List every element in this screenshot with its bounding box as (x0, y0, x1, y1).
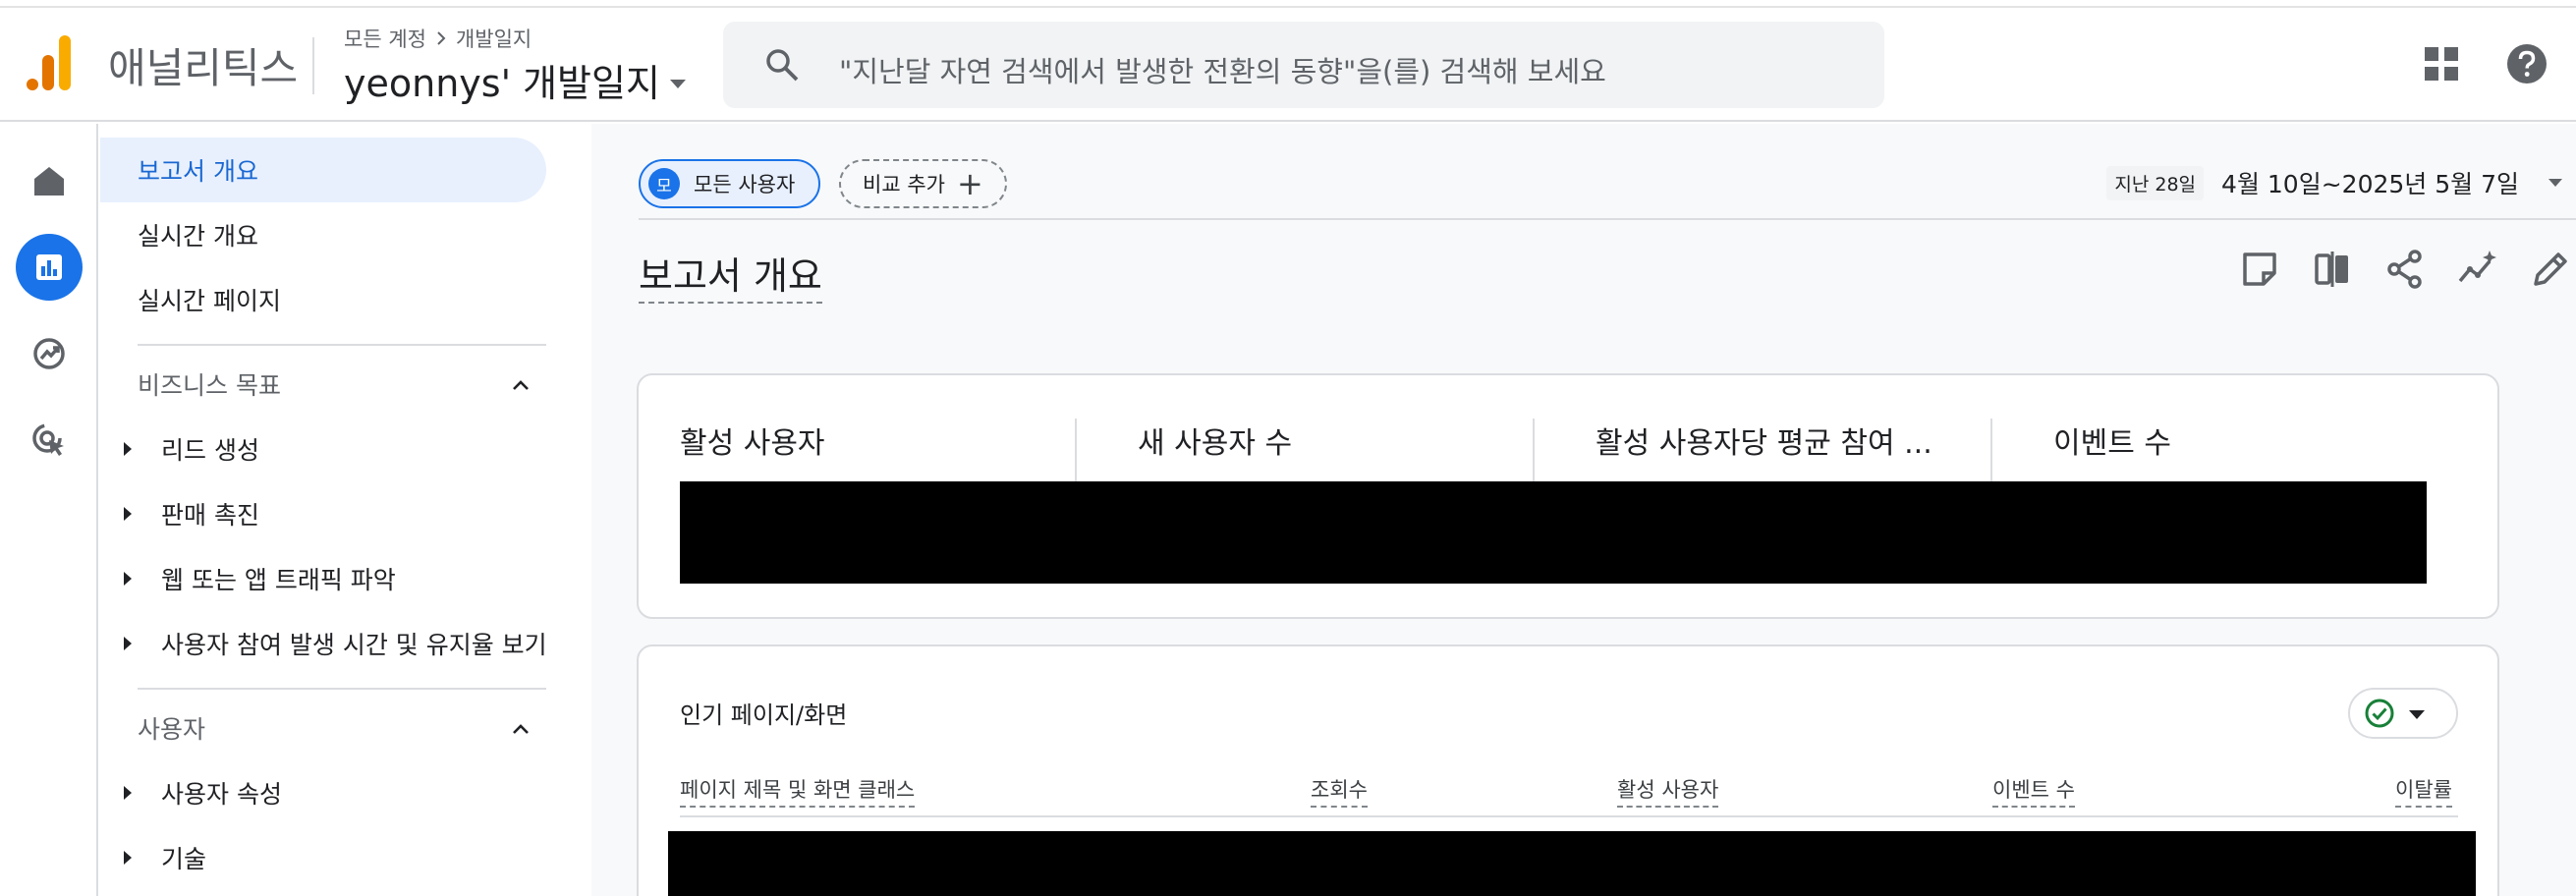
chevron-right-icon (437, 31, 446, 45)
top-pages-card: 인기 페이지/화면 페이지 제목 및 화면 클래스 조회수 활성 사용자 이벤트… (637, 644, 2499, 896)
check-circle-icon (2365, 699, 2394, 728)
breadcrumb[interactable]: 모든 계정 개발일지 (344, 24, 532, 53)
property-name: yeonnys' 개발일지 (344, 62, 660, 105)
rail-advertising[interactable] (16, 407, 83, 474)
section-title: 비즈니스 목표 (138, 371, 281, 400)
caret-down-icon (2409, 709, 2425, 719)
edit-icon[interactable] (2529, 248, 2572, 291)
nav-rail (0, 124, 98, 896)
metric-divider (1990, 419, 1992, 481)
header-separator (639, 218, 2576, 220)
metric-divider (1533, 419, 1535, 481)
share-icon[interactable] (2383, 248, 2427, 291)
app-header: 애널리틱스 모든 계정 개발일지 yeonnys' 개발일지 "지난달 자연 검… (0, 10, 2576, 122)
section-title: 사용자 (138, 715, 206, 744)
date-preset-badge: 지난 28일 (2106, 165, 2205, 200)
metric-event-count[interactable]: 이벤트 수 (2053, 419, 2171, 462)
report-main: 모 모든 사용자 비교 추가 + 지난 28일 4월 10일~2025년 5월 … (591, 124, 2576, 896)
breadcrumb-account[interactable]: 모든 계정 (344, 24, 426, 53)
nav-engagement-retention[interactable]: 사용자 참여 발생 시간 및 유지율 보기 (100, 611, 547, 676)
property-selector[interactable]: yeonnys' 개발일지 (344, 53, 686, 107)
column-event-count[interactable]: 이벤트 수 (1992, 774, 2075, 808)
advertising-icon (32, 423, 64, 456)
add-comparison-chip[interactable]: 비교 추가 + (839, 159, 1007, 208)
chevron-up-icon[interactable] (509, 717, 532, 741)
metric-avg-engagement[interactable]: 활성 사용자당 평균 참여 ... (1596, 419, 1932, 462)
column-page-title[interactable]: 페이지 제목 및 화면 클래스 (680, 774, 916, 808)
column-bounce-rate[interactable]: 이탈률 (2395, 774, 2452, 808)
sidebar-divider (138, 344, 546, 346)
rail-home[interactable] (16, 147, 83, 214)
expand-arrow-icon (124, 507, 132, 521)
card-title: 인기 페이지/화면 (680, 701, 848, 729)
explore-icon (33, 338, 65, 369)
search-bar[interactable]: "지난달 자연 검색에서 발생한 전환의 동향"을(를) 검색해 보세요 (723, 22, 1884, 108)
nav-label: 기술 (161, 845, 207, 873)
top-border (0, 0, 2576, 8)
insights-icon[interactable] (2456, 248, 2499, 291)
redacted-chart (680, 481, 2427, 584)
caret-down-icon (669, 80, 686, 88)
help-icon[interactable] (2505, 42, 2548, 85)
metric-active-users[interactable]: 활성 사용자 (680, 419, 825, 462)
breadcrumb-property[interactable]: 개발일지 (456, 24, 532, 53)
expand-arrow-icon (124, 442, 132, 456)
nav-traffic[interactable]: 웹 또는 앱 트래픽 파악 (100, 546, 396, 611)
expand-arrow-icon (124, 851, 132, 865)
search-icon (766, 49, 799, 82)
sidebar-divider (138, 688, 546, 690)
compare-icon[interactable] (2311, 248, 2354, 291)
nav-lead-generation[interactable]: 리드 생성 (100, 417, 259, 481)
expand-arrow-icon (124, 786, 132, 800)
table-header-divider (680, 815, 2458, 817)
card-status-menu[interactable] (2348, 688, 2458, 739)
nav-label: 실시간 개요 (138, 222, 258, 251)
all-users-chip[interactable]: 모 모든 사용자 (639, 159, 821, 208)
home-icon (34, 167, 64, 196)
nav-user-attributes[interactable]: 사용자 속성 (100, 760, 282, 825)
metrics-card: 활성 사용자 새 사용자 수 활성 사용자당 평균 참여 ... 이벤트 수 (637, 373, 2499, 619)
plus-icon: + (956, 165, 983, 202)
nav-report-overview[interactable]: 보고서 개요 (100, 138, 546, 202)
date-range-text: 4월 10일~2025년 5월 7일 (2221, 170, 2519, 198)
chip-label: 모든 사용자 (694, 173, 796, 196)
column-active-users[interactable]: 활성 사용자 (1617, 774, 1719, 808)
rail-reports[interactable] (16, 234, 83, 301)
expand-arrow-icon (124, 572, 132, 586)
caret-down-icon (2548, 179, 2562, 187)
nav-tech[interactable]: 기술 (100, 825, 206, 890)
rail-explore[interactable] (16, 320, 83, 387)
nav-label: 판매 촉진 (161, 501, 259, 530)
nav-label: 리드 생성 (161, 436, 259, 465)
nav-label: 보고서 개요 (138, 157, 258, 186)
nav-drive-sales[interactable]: 판매 촉진 (100, 481, 259, 546)
note-icon[interactable] (2238, 248, 2281, 291)
chevron-up-icon[interactable] (509, 373, 532, 397)
section-user[interactable]: 사용자 (100, 696, 532, 760)
date-range-selector[interactable]: 지난 28일 4월 10일~2025년 5월 7일 (2106, 165, 2562, 200)
page-title: 보고서 개요 (639, 246, 822, 304)
expand-arrow-icon (124, 637, 132, 650)
redacted-table-rows (668, 831, 2476, 896)
metric-new-users[interactable]: 새 사용자 수 (1138, 419, 1292, 462)
header-divider (312, 37, 314, 94)
nav-label: 사용자 속성 (161, 780, 282, 809)
search-placeholder[interactable]: "지난달 자연 검색에서 발생한 전환의 동향"을(를) 검색해 보세요 (839, 49, 1606, 90)
nav-label: 사용자 참여 발생 시간 및 유지율 보기 (161, 631, 547, 659)
metric-divider (1075, 419, 1077, 481)
chip-label: 비교 추가 (863, 173, 945, 196)
nav-label: 실시간 페이지 (138, 287, 281, 315)
apps-grid-icon[interactable] (2423, 45, 2460, 83)
column-views[interactable]: 조회수 (1311, 774, 1368, 808)
nav-realtime-pages[interactable]: 실시간 페이지 (100, 267, 281, 332)
nav-realtime-overview[interactable]: 실시간 개요 (100, 202, 258, 267)
reports-icon (36, 254, 62, 280)
report-sidebar: 보고서 개요 실시간 개요 실시간 페이지 비즈니스 목표 리드 생성 판매 촉… (100, 124, 591, 896)
analytics-logo[interactable] (26, 33, 75, 92)
nav-label: 웹 또는 앱 트래픽 파악 (161, 566, 396, 594)
app-name: 애널리틱스 (108, 44, 299, 92)
segment-avatar: 모 (648, 168, 680, 199)
section-business-objectives[interactable]: 비즈니스 목표 (100, 352, 532, 417)
